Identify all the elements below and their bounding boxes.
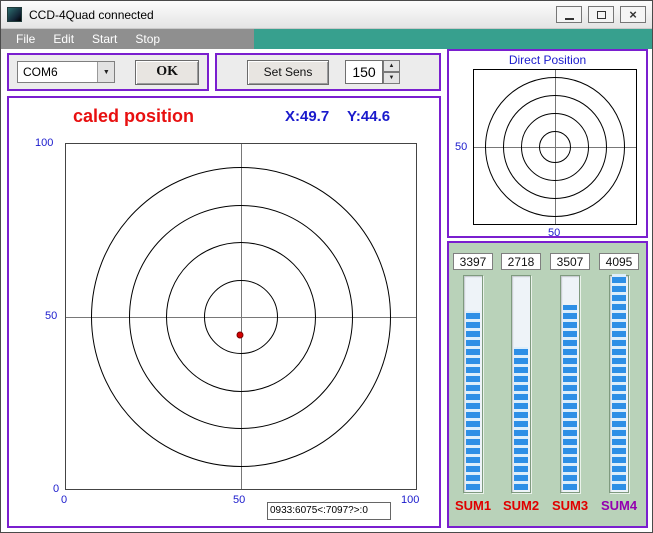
position-dot [236, 332, 243, 339]
sum-value: 4095 [599, 253, 639, 270]
sum-bar [463, 275, 483, 493]
dropdown-arrow-icon[interactable]: ▼ [97, 62, 114, 82]
menu-edit[interactable]: Edit [44, 30, 83, 48]
sum-meter: 3507 SUM3 [548, 253, 592, 513]
y-tick-0: 0 [53, 483, 59, 495]
window-controls: × [556, 6, 646, 23]
sum-value: 2718 [501, 253, 541, 270]
direct-position-plot [473, 69, 637, 225]
direct-position-title: Direct Position [449, 53, 646, 67]
sens-increment-button[interactable]: ▲ [383, 60, 400, 72]
minimize-button[interactable] [556, 6, 582, 23]
scaled-position-plot [65, 143, 417, 490]
menu-start[interactable]: Start [83, 30, 126, 48]
sum-meter: 3397 SUM1 [451, 253, 495, 513]
sum-bar-fill [514, 347, 528, 490]
com-port-select[interactable]: COM6 ▼ [17, 61, 115, 83]
raw-data-field[interactable]: 0933:6075<:7097?>:0 [267, 502, 391, 520]
sens-spinner: ▲ ▼ [383, 60, 400, 84]
y-tick-100: 100 [35, 137, 53, 149]
sum-bar [511, 275, 531, 493]
sum-label: SUM2 [503, 498, 539, 513]
minimize-icon [565, 18, 574, 20]
sum-meters-panel: 3397 SUM1 2718 SUM2 3507 SUM3 [447, 241, 648, 528]
app-window: CCD-4Quad connected × File Edit Start St… [0, 0, 653, 533]
com-port-panel: COM6 ▼ OK [7, 53, 209, 91]
window-title: CCD-4Quad connected [29, 8, 154, 22]
sum-value: 3397 [453, 253, 493, 270]
sum-label: SUM3 [552, 498, 588, 513]
maximize-icon [597, 11, 606, 19]
sensitivity-panel: Set Sens 150 ▲ ▼ [215, 53, 441, 91]
target-ring [91, 167, 391, 467]
sum-meter: 4095 SUM4 [597, 253, 641, 513]
titlebar: CCD-4Quad connected × [1, 1, 652, 29]
x-tick-0: 0 [61, 494, 67, 506]
direct-y-axis-label: 50 [455, 141, 467, 153]
direct-position-panel: Direct Position 50 50 [447, 49, 648, 238]
sum-bar-fill [466, 311, 480, 490]
x-tick-100: 100 [401, 494, 419, 506]
direct-x-axis-label: 50 [548, 227, 560, 239]
app-icon [7, 7, 22, 22]
sum-meter: 2718 SUM2 [499, 253, 543, 513]
y-readout: Y:44.6 [347, 108, 390, 125]
y-tick-50: 50 [45, 310, 57, 322]
menu-file[interactable]: File [7, 30, 44, 48]
sum-bar [560, 275, 580, 493]
plot-title: caled position [73, 106, 194, 127]
sum-bar [609, 275, 629, 493]
x-tick-50: 50 [233, 494, 245, 506]
menubar-accent-strip [254, 29, 652, 49]
menu-stop[interactable]: Stop [126, 30, 169, 48]
ok-button[interactable]: OK [135, 60, 199, 85]
close-button[interactable]: × [620, 6, 646, 23]
sum-bar-fill [563, 305, 577, 490]
com-port-value: COM6 [18, 65, 97, 79]
sum-label: SUM4 [601, 498, 637, 513]
sens-value-field[interactable]: 150 [345, 60, 383, 84]
target-ring [485, 77, 625, 217]
x-readout: X:49.7 [285, 108, 329, 125]
sum-label: SUM1 [455, 498, 491, 513]
set-sens-button[interactable]: Set Sens [247, 60, 329, 85]
menubar: File Edit Start Stop [1, 29, 652, 49]
scaled-position-panel: caled position X:49.7 Y:44.6 100 50 0 0 … [7, 96, 441, 528]
sens-decrement-button[interactable]: ▼ [383, 72, 400, 84]
sum-value: 3507 [550, 253, 590, 270]
sum-bar-fill [612, 274, 626, 490]
close-icon: × [629, 8, 637, 21]
maximize-button[interactable] [588, 6, 614, 23]
workspace: COM6 ▼ OK Set Sens 150 ▲ ▼ Direct Positi… [1, 49, 652, 533]
